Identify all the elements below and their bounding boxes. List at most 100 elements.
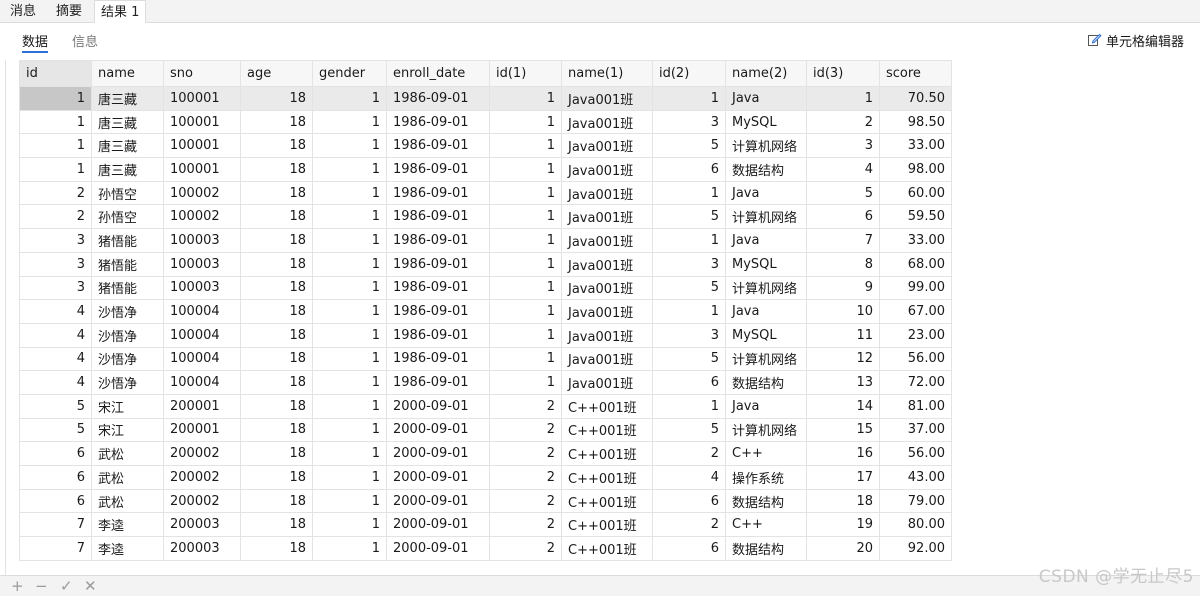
table-row[interactable]: 1 唐三藏 100001 18 1 1986-09-01 1 Java001班 6 数据结构 4 98…: [19, 157, 952, 182]
table-cell[interactable]: 4: [19, 370, 92, 395]
table-cell[interactable]: 2000-09-01: [386, 417, 490, 443]
table-cell[interactable]: 81.00: [879, 393, 952, 419]
table-cell[interactable]: 操作系统: [725, 465, 807, 490]
column-header[interactable]: age: [240, 60, 313, 87]
table-cell[interactable]: Java001班: [561, 180, 653, 206]
cell-editor-button[interactable]: 单元格编辑器: [1087, 33, 1184, 53]
table-cell[interactable]: 1: [489, 299, 562, 324]
table-cell[interactable]: 18: [240, 109, 313, 135]
table-cell[interactable]: 1: [19, 86, 92, 111]
table-cell[interactable]: 18: [240, 488, 313, 514]
table-cell[interactable]: 1: [489, 251, 562, 277]
table-cell[interactable]: 5: [652, 133, 726, 159]
table-cell[interactable]: C++001班: [561, 536, 653, 561]
table-cell[interactable]: 2: [19, 180, 92, 206]
table-cell[interactable]: 2: [652, 441, 726, 466]
table-cell[interactable]: 1: [312, 322, 387, 348]
table-cell[interactable]: 4: [652, 465, 726, 490]
table-cell[interactable]: 18: [240, 417, 313, 443]
table-cell[interactable]: 1: [652, 228, 726, 253]
table-cell[interactable]: 1: [489, 109, 562, 135]
table-cell[interactable]: 1: [312, 346, 387, 372]
table-cell[interactable]: 孙悟空: [91, 204, 164, 230]
table-cell[interactable]: C++001班: [561, 512, 653, 538]
table-cell[interactable]: 1: [312, 488, 387, 514]
table-cell[interactable]: 1986-09-01: [386, 157, 490, 182]
table-cell[interactable]: C++001班: [561, 488, 653, 514]
table-cell[interactable]: 100003: [163, 275, 241, 301]
table-cell[interactable]: 猪悟能: [91, 275, 164, 301]
table-cell[interactable]: 5: [652, 204, 726, 230]
table-cell[interactable]: MySQL: [725, 322, 807, 348]
table-cell[interactable]: 100004: [163, 322, 241, 348]
table-row[interactable]: 2 孙悟空 100002 18 1 1986-09-01 1 Java001班 5 计算机网络 6 5…: [19, 204, 952, 230]
table-cell[interactable]: 70.50: [879, 86, 952, 111]
column-header[interactable]: name(2): [725, 60, 807, 87]
table-cell[interactable]: 1986-09-01: [386, 133, 490, 159]
table-row[interactable]: 5 宋江 200001 18 1 2000-09-01 2 C++001班 5 计算机网络 15 37…: [19, 417, 952, 443]
table-cell[interactable]: 13: [806, 370, 880, 395]
table-cell[interactable]: 2000-09-01: [386, 536, 490, 561]
table-row[interactable]: 7 李逵 200003 18 1 2000-09-01 2 C++001班 2 C++ 19 80.0…: [19, 512, 952, 538]
table-cell[interactable]: 1: [19, 109, 92, 135]
table-cell[interactable]: 3: [19, 275, 92, 301]
table-cell[interactable]: 18: [240, 157, 313, 182]
table-cell[interactable]: Java001班: [561, 157, 653, 182]
table-row[interactable]: 7 李逵 200003 18 1 2000-09-01 2 C++001班 6 数据结构 20 92.…: [19, 536, 952, 561]
table-cell[interactable]: 33.00: [879, 133, 952, 159]
table-row[interactable]: 1 唐三藏 100001 18 1 1986-09-01 1 Java001班 1 Java 1 70…: [19, 86, 952, 111]
table-cell[interactable]: 14: [806, 393, 880, 419]
table-cell[interactable]: 计算机网络: [725, 275, 807, 301]
table-cell[interactable]: 43.00: [879, 465, 952, 490]
apply-changes-button[interactable]: ✓: [60, 576, 73, 596]
table-cell[interactable]: 18: [240, 441, 313, 466]
table-cell[interactable]: Java: [725, 86, 807, 111]
table-cell[interactable]: 2: [806, 109, 880, 135]
table-cell[interactable]: 1: [312, 393, 387, 419]
table-cell[interactable]: 100001: [163, 109, 241, 135]
table-cell[interactable]: 2: [489, 393, 562, 419]
table-cell[interactable]: 1: [312, 180, 387, 206]
table-cell[interactable]: 98.00: [879, 157, 952, 182]
table-cell[interactable]: 4: [19, 322, 92, 348]
table-cell[interactable]: 猪悟能: [91, 251, 164, 277]
table-cell[interactable]: 200002: [163, 465, 241, 490]
table-cell[interactable]: 1: [312, 370, 387, 395]
table-cell[interactable]: 100004: [163, 346, 241, 372]
table-cell[interactable]: 6: [652, 488, 726, 514]
table-cell[interactable]: Java: [725, 180, 807, 206]
table-cell[interactable]: 1: [312, 204, 387, 230]
table-cell[interactable]: MySQL: [725, 109, 807, 135]
table-cell[interactable]: 100001: [163, 133, 241, 159]
table-cell[interactable]: 1: [489, 322, 562, 348]
table-cell[interactable]: Java001班: [561, 275, 653, 301]
table-cell[interactable]: 4: [806, 157, 880, 182]
table-cell[interactable]: 1: [312, 133, 387, 159]
table-cell[interactable]: 唐三藏: [91, 157, 164, 182]
table-cell[interactable]: 宋江: [91, 393, 164, 419]
table-cell[interactable]: 1: [19, 133, 92, 159]
table-cell[interactable]: Java001班: [561, 109, 653, 135]
table-cell[interactable]: 1: [489, 370, 562, 395]
table-cell[interactable]: Java: [725, 228, 807, 253]
table-cell[interactable]: Java001班: [561, 370, 653, 395]
table-cell[interactable]: 200001: [163, 393, 241, 419]
table-cell[interactable]: 18: [240, 180, 313, 206]
table-cell[interactable]: 2: [489, 512, 562, 538]
table-cell[interactable]: 1986-09-01: [386, 322, 490, 348]
table-row[interactable]: 4 沙悟净 100004 18 1 1986-09-01 1 Java001班 6 数据结构 13 7…: [19, 370, 952, 395]
table-cell[interactable]: 2: [489, 441, 562, 466]
table-cell[interactable]: 12: [806, 346, 880, 372]
table-row[interactable]: 5 宋江 200001 18 1 2000-09-01 2 C++001班 1 Java 14 81.…: [19, 393, 952, 419]
table-cell[interactable]: 3: [652, 109, 726, 135]
table-cell[interactable]: 1986-09-01: [386, 346, 490, 372]
table-cell[interactable]: 18: [240, 299, 313, 324]
table-cell[interactable]: 2000-09-01: [386, 465, 490, 490]
table-cell[interactable]: 5: [806, 180, 880, 206]
table-cell[interactable]: 1: [489, 204, 562, 230]
table-cell[interactable]: 7: [806, 228, 880, 253]
table-cell[interactable]: 2: [489, 488, 562, 514]
table-cell[interactable]: 1: [312, 86, 387, 111]
table-cell[interactable]: 3: [652, 322, 726, 348]
table-cell[interactable]: 1: [489, 133, 562, 159]
